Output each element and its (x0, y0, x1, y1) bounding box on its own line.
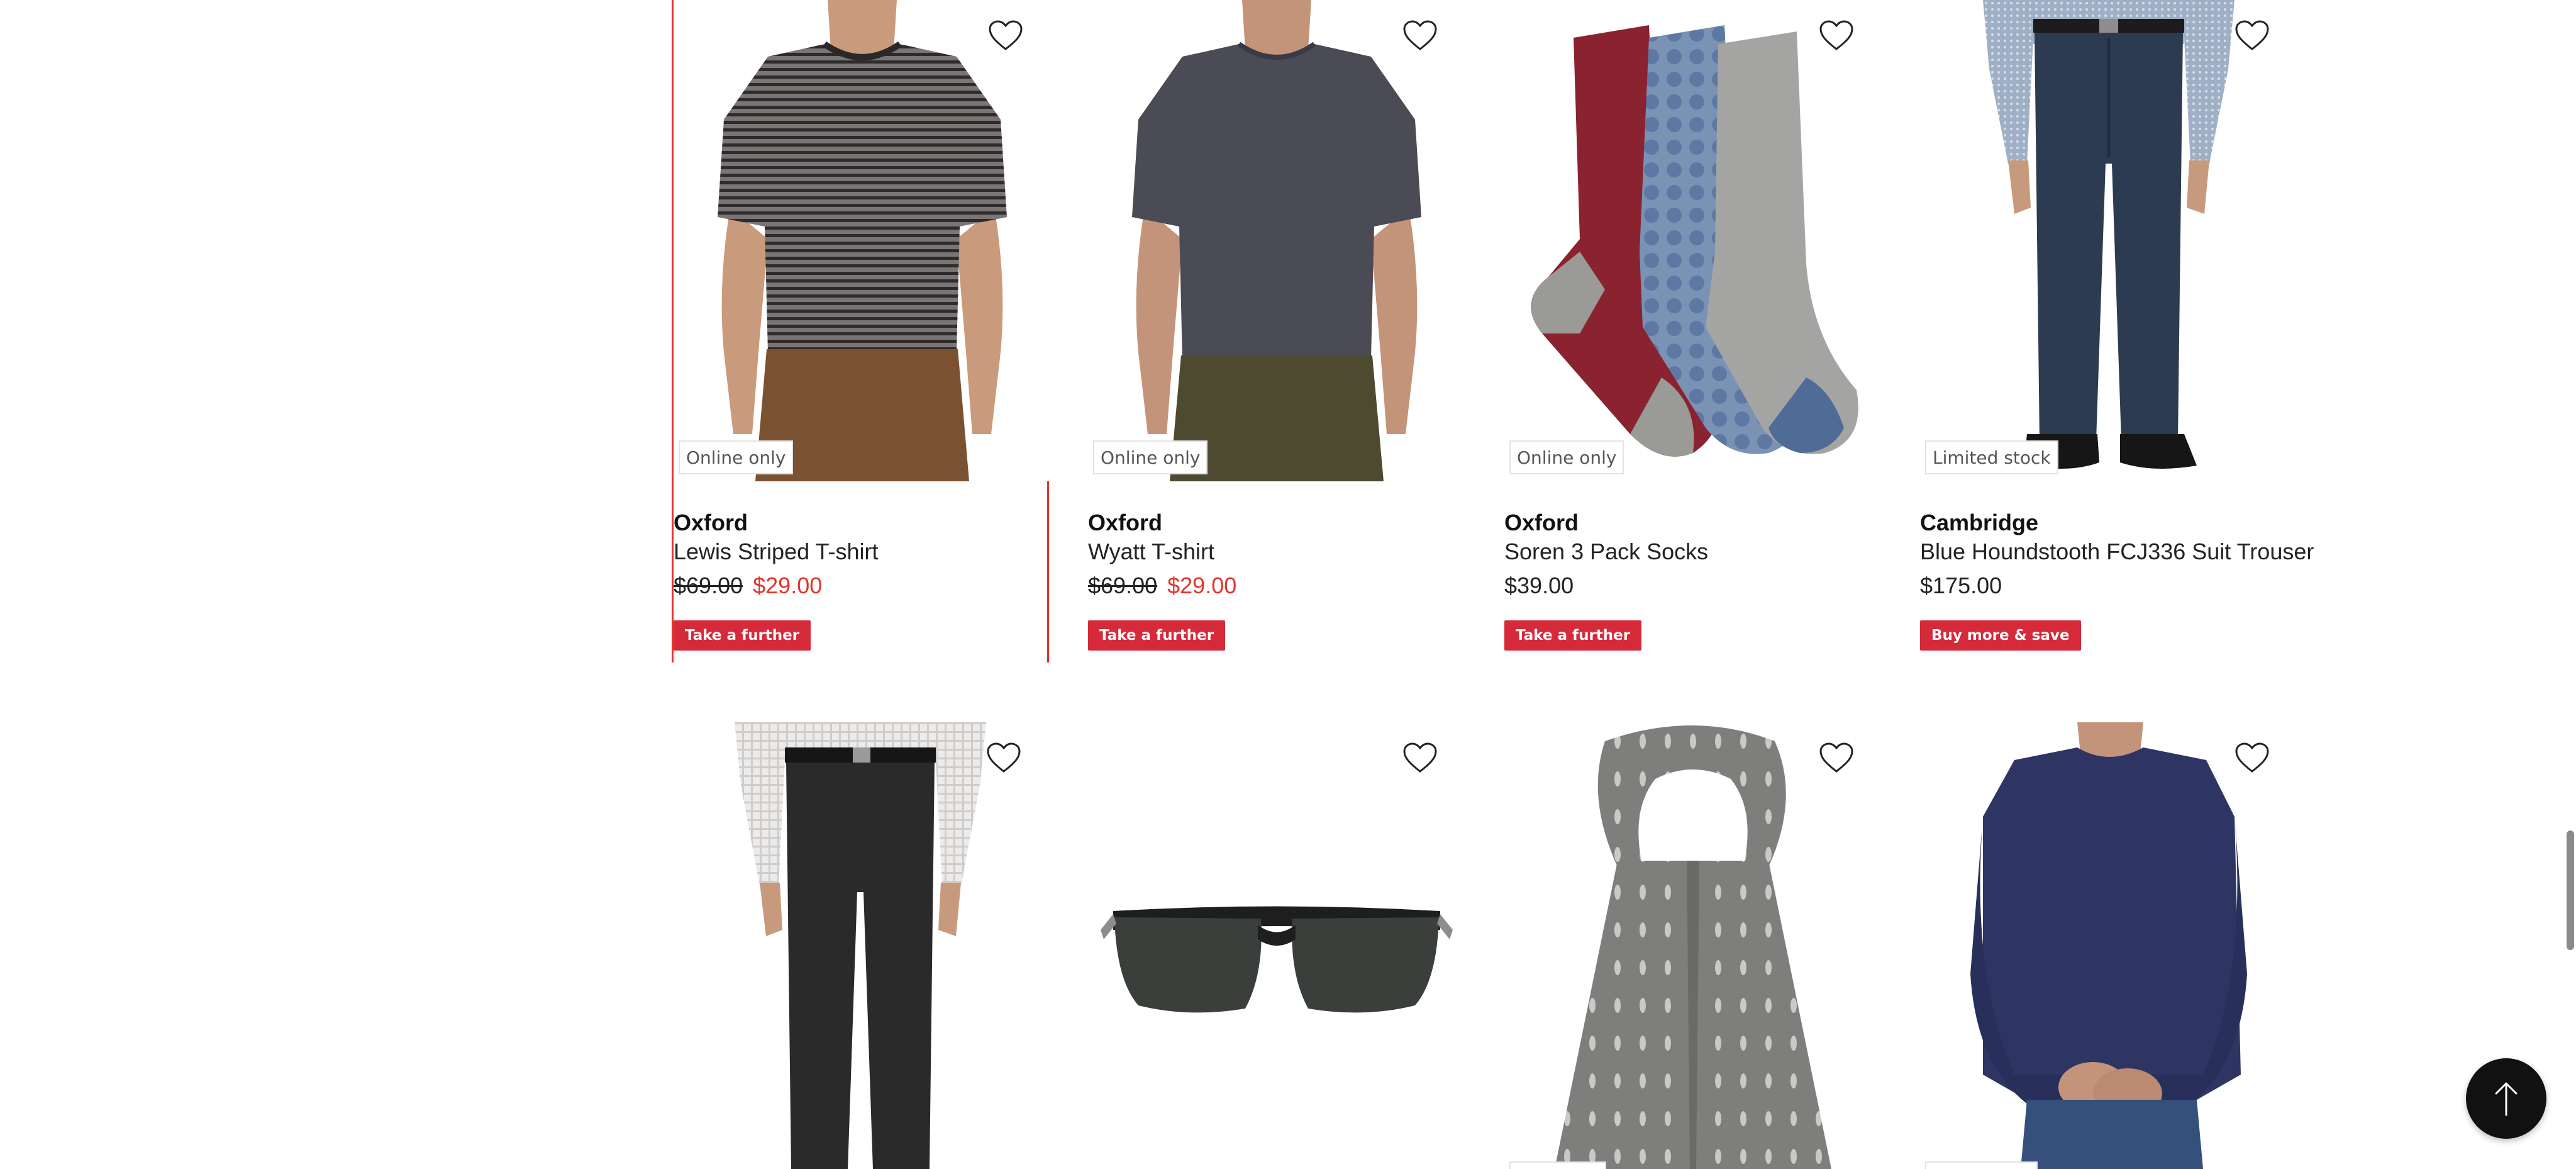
availability-badge: Online only (1509, 440, 1624, 474)
availability-badge: Online only (1093, 440, 1208, 474)
product-info: Oxford Lewis Striped T-shirt $69.00 $29.… (674, 508, 1076, 651)
product-price: $39.00 (1504, 571, 1907, 600)
product-info: Cambridge Blue Houndstooth FCJ336 Suit T… (1920, 508, 2323, 651)
product-info: Oxford Wyatt T-shirt $69.00 $29.00 Take … (1088, 508, 1491, 651)
product-price: $69.00 $29.00 (1088, 571, 1491, 600)
back-to-top-button[interactable] (2466, 1058, 2546, 1139)
vertical-scrollbar[interactable] (2565, 0, 2576, 1169)
heart-outline-icon (1819, 20, 1853, 50)
wishlist-button[interactable] (1402, 20, 1453, 70)
product-card[interactable] (1088, 722, 1465, 1169)
product-name[interactable]: Blue Houndstooth FCJ336 Suit Trouser (1920, 537, 2323, 566)
product-brand[interactable]: Oxford (1504, 508, 1907, 537)
price-now: $29.00 (753, 573, 823, 598)
product-price: $69.00 $29.00 (674, 571, 1076, 600)
product-image[interactable]: Online only (674, 0, 1051, 481)
wishlist-button[interactable] (1819, 742, 1869, 793)
product-name[interactable]: Lewis Striped T-shirt (674, 537, 1076, 566)
heart-outline-icon (2235, 20, 2269, 50)
availability-badge (1509, 1161, 1606, 1169)
product-brand[interactable]: Oxford (1088, 508, 1491, 537)
product-card[interactable]: Online only Oxford Wyatt T-shirt $69.00 … (1088, 0, 1465, 663)
heart-outline-icon (1403, 742, 1437, 773)
scrollbar-thumb[interactable] (2567, 831, 2574, 950)
product-card[interactable]: Online only Oxford Lewis Striped T-shirt… (672, 0, 1051, 663)
promo-tag[interactable]: Take a further (1088, 620, 1226, 651)
promo-tag[interactable]: Take a further (674, 620, 811, 651)
wishlist-button[interactable] (1819, 20, 1869, 70)
wishlist-button[interactable] (2235, 742, 2285, 793)
availability-badge (1925, 1161, 2038, 1169)
product-card[interactable] (1920, 722, 2297, 1169)
heart-outline-icon (1819, 742, 1853, 773)
product-image[interactable]: Online only (1504, 0, 1882, 481)
product-info: Oxford Soren 3 Pack Socks $39.00 Take a … (1504, 508, 1907, 651)
product-card[interactable]: Limited stock Cambridge Blue Houndstooth… (1920, 0, 2314, 663)
product-name[interactable]: Soren 3 Pack Socks (1504, 537, 1907, 566)
product-listing-page: Online only Oxford Lewis Striped T-shirt… (0, 0, 2576, 1169)
heart-outline-icon (2235, 742, 2269, 773)
product-card[interactable] (1504, 722, 1882, 1169)
price-regular: $175.00 (1920, 573, 2002, 598)
arrow-up-icon (2495, 1082, 2518, 1116)
price-regular: $39.00 (1504, 573, 1574, 598)
product-price: $175.00 (1920, 571, 2323, 600)
product-brand[interactable]: Oxford (674, 508, 1076, 537)
product-image[interactable] (1920, 722, 2297, 1169)
wishlist-button[interactable] (1402, 742, 1453, 793)
availability-badge: Limited stock (1925, 440, 2058, 474)
wishlist-button[interactable] (2235, 20, 2285, 70)
wishlist-button[interactable] (988, 20, 1038, 70)
price-was: $69.00 (674, 573, 743, 598)
wishlist-button[interactable] (986, 742, 1036, 793)
promo-tag[interactable]: Take a further (1504, 620, 1642, 651)
heart-outline-icon (989, 20, 1023, 50)
heart-outline-icon (987, 742, 1021, 773)
price-was: $69.00 (1088, 573, 1158, 598)
product-image[interactable] (1088, 722, 1465, 1169)
product-image[interactable] (1504, 722, 1882, 1169)
product-brand[interactable]: Cambridge (1920, 508, 2323, 537)
product-card[interactable] (672, 722, 1049, 1169)
price-now: $29.00 (1167, 573, 1237, 598)
availability-badge: Online only (679, 440, 794, 474)
product-image[interactable] (672, 722, 1049, 1169)
heart-outline-icon (1403, 20, 1437, 50)
product-image[interactable]: Limited stock (1920, 0, 2297, 481)
product-card[interactable]: Online only Oxford Soren 3 Pack Socks $3… (1504, 0, 1882, 663)
promo-tag[interactable]: Buy more & save (1920, 620, 2081, 651)
product-image[interactable]: Online only (1088, 0, 1465, 481)
product-name[interactable]: Wyatt T-shirt (1088, 537, 1491, 566)
